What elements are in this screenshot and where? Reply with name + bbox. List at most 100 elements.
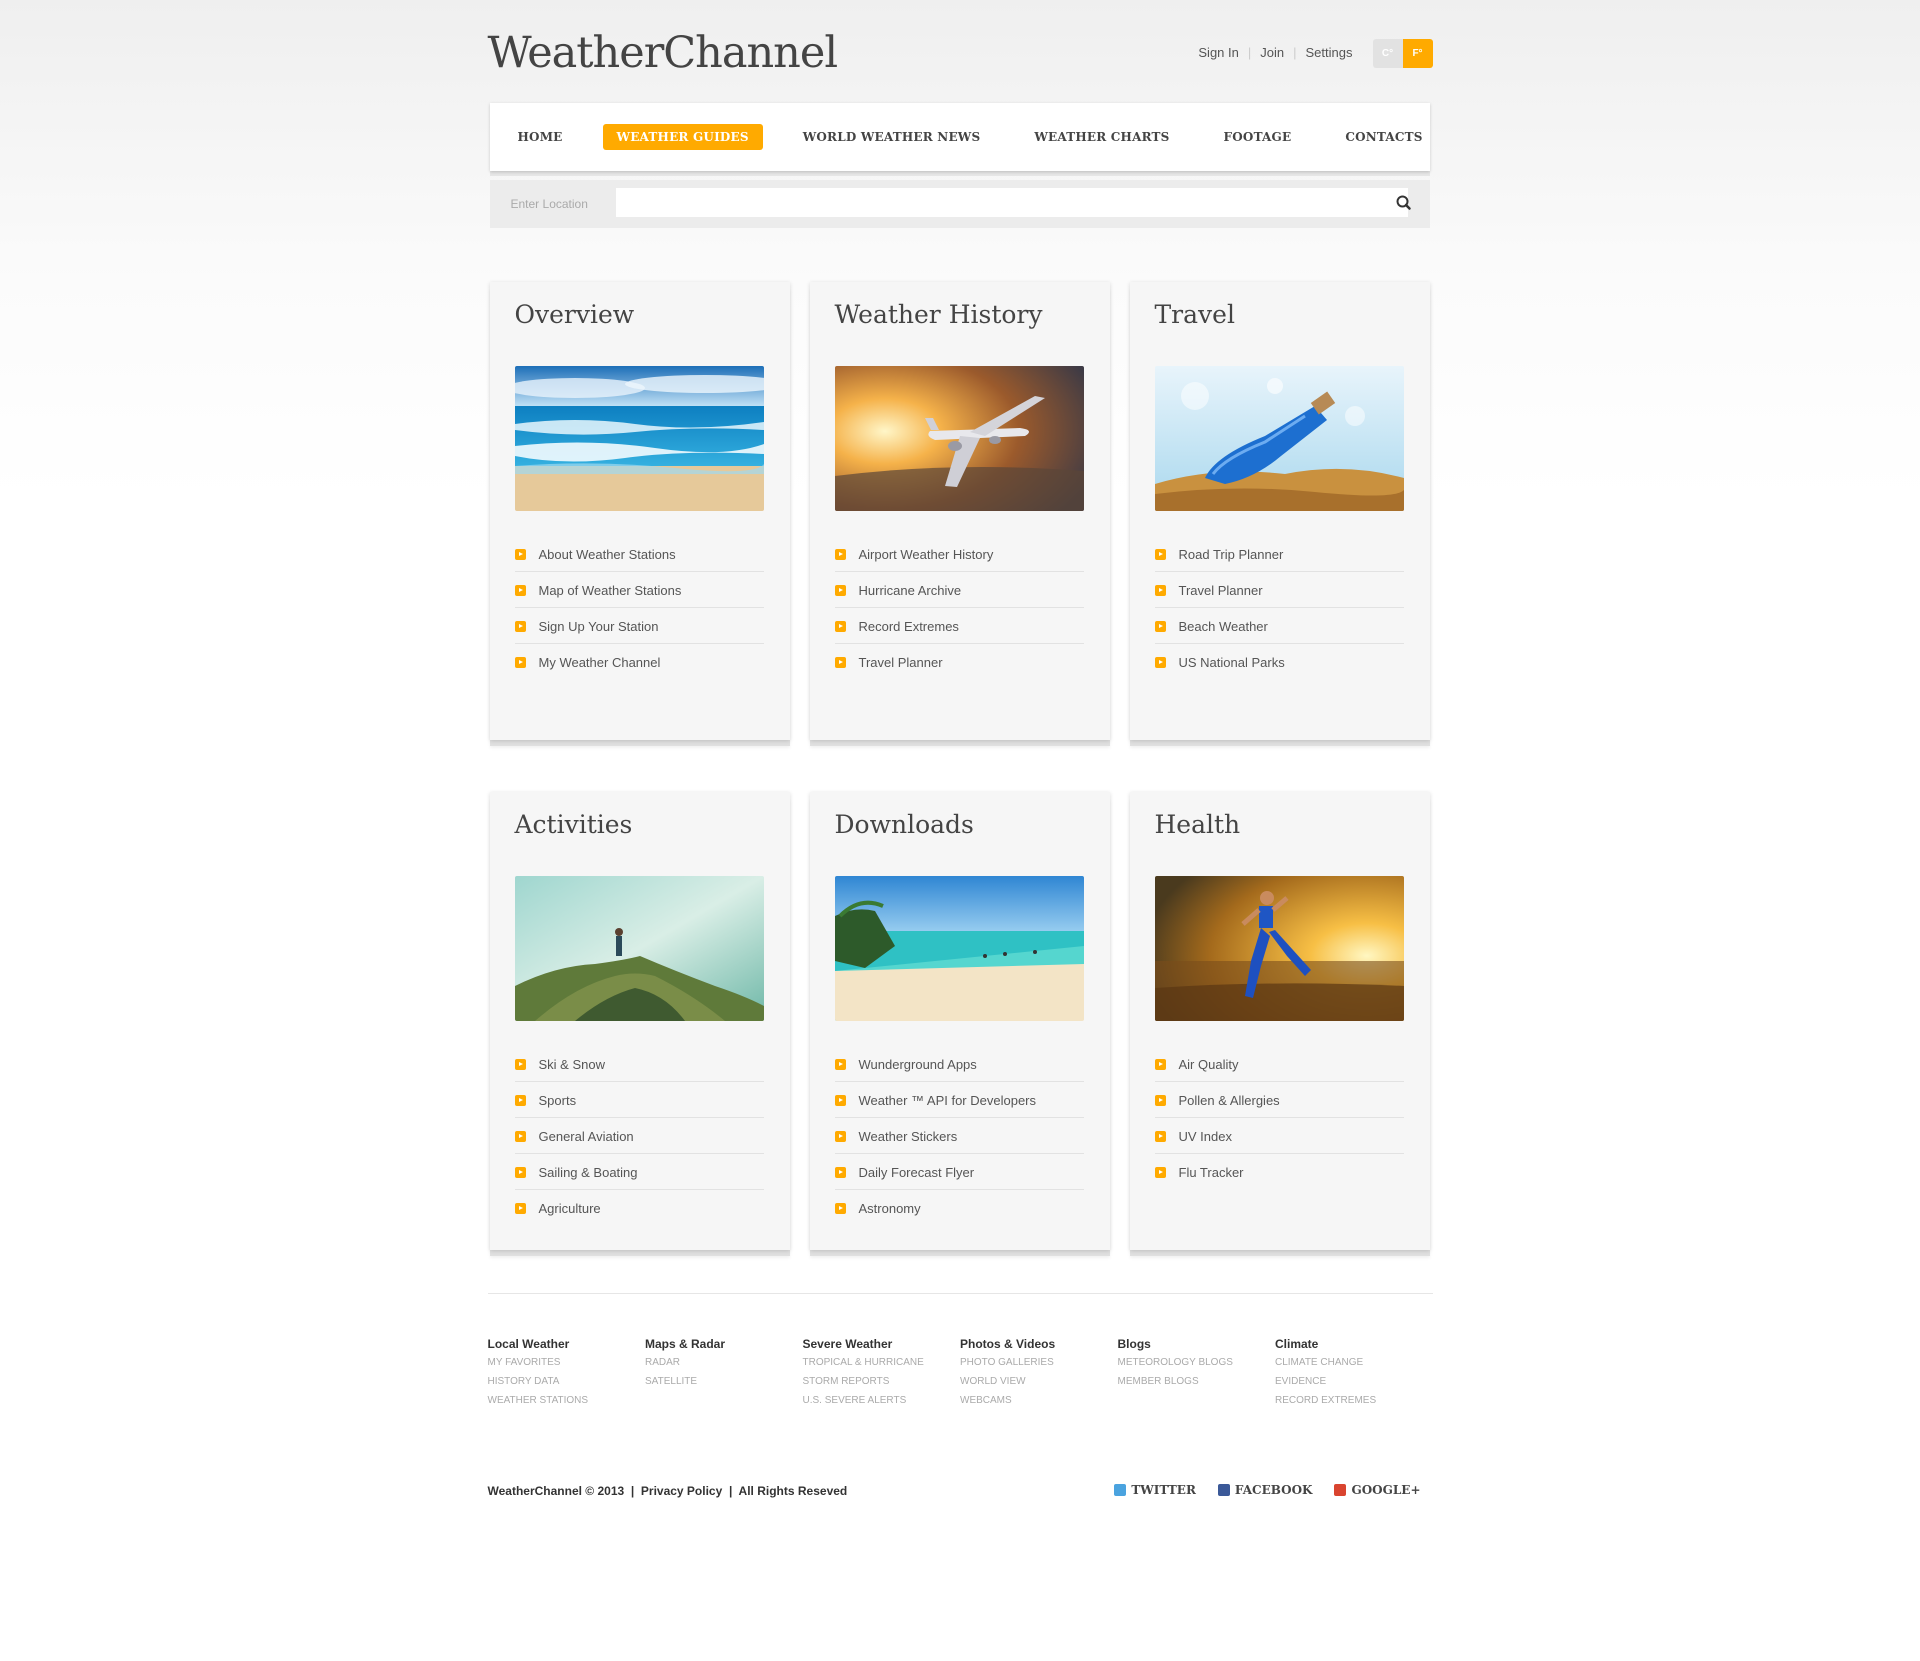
twitter-link[interactable]: TWITTER bbox=[1114, 1483, 1196, 1497]
list-item[interactable]: Sign Up Your Station bbox=[514, 609, 764, 644]
list-item[interactable]: UV Index bbox=[1154, 1119, 1404, 1154]
nav-weather-charts[interactable]: WEATHER CHARTS bbox=[1020, 124, 1183, 150]
chevron-right-icon bbox=[1154, 1166, 1166, 1178]
card-links: Air Quality Pollen & Allergies UV Index … bbox=[1154, 1047, 1404, 1190]
footer-link[interactable]: PHOTO GALLERIES bbox=[960, 1357, 1118, 1368]
list-item[interactable]: Sports bbox=[514, 1083, 764, 1118]
footer-link[interactable]: MY FAVORITES bbox=[488, 1357, 646, 1368]
list-item[interactable]: US National Parks bbox=[1154, 645, 1404, 679]
list-item[interactable]: Pollen & Allergies bbox=[1154, 1083, 1404, 1118]
list-item[interactable]: Agriculture bbox=[514, 1191, 764, 1225]
ocean-beach-image[interactable] bbox=[514, 366, 764, 511]
list-item[interactable]: Astronomy bbox=[834, 1191, 1084, 1225]
nav-contacts[interactable]: CONTACTS bbox=[1331, 124, 1436, 150]
footer-link[interactable]: U.S. SEVERE ALERTS bbox=[803, 1395, 961, 1406]
settings-link[interactable]: Settings bbox=[1306, 45, 1353, 60]
runner-on-beach-image[interactable] bbox=[1154, 876, 1404, 1021]
account-links: Sign In | Join | Settings bbox=[1198, 45, 1353, 60]
list-item[interactable]: Map of Weather Stations bbox=[514, 573, 764, 608]
list-item-label: Pollen & Allergies bbox=[1178, 1092, 1280, 1108]
footer-heading[interactable]: Climate bbox=[1275, 1337, 1433, 1351]
chevron-right-icon bbox=[1154, 548, 1166, 560]
fahrenheit-button[interactable]: F° bbox=[1402, 39, 1433, 68]
list-item[interactable]: About Weather Stations bbox=[514, 537, 764, 572]
list-item[interactable]: Weather ™ API for Developers bbox=[834, 1083, 1084, 1118]
footer-link[interactable]: WEATHER STATIONS bbox=[488, 1395, 646, 1406]
card-downloads: Downloads Wunderground Apps Weather ™ AP… bbox=[809, 792, 1110, 1250]
list-item[interactable]: Air Quality bbox=[1154, 1047, 1404, 1082]
list-item[interactable]: My Weather Channel bbox=[514, 645, 764, 679]
bottle-on-sand-image[interactable] bbox=[1154, 366, 1404, 511]
list-item[interactable]: Beach Weather bbox=[1154, 609, 1404, 644]
footer-column-blogs: Blogs METEOROLOGY BLOGS MEMBER BLOGS bbox=[1118, 1337, 1276, 1414]
footer-column-local-weather: Local Weather MY FAVORITES HISTORY DATA … bbox=[488, 1337, 646, 1414]
footer-link[interactable]: CLIMATE CHANGE bbox=[1275, 1357, 1433, 1368]
list-item[interactable]: General Aviation bbox=[514, 1119, 764, 1154]
list-item[interactable]: Daily Forecast Flyer bbox=[834, 1155, 1084, 1190]
google-plus-link[interactable]: GOOGLE+ bbox=[1334, 1483, 1421, 1497]
sign-in-link[interactable]: Sign In bbox=[1198, 45, 1238, 60]
tropical-beach-image[interactable] bbox=[834, 876, 1084, 1021]
facebook-link[interactable]: FACEBOOK bbox=[1217, 1483, 1312, 1497]
airplane-sunset-image[interactable] bbox=[834, 366, 1084, 511]
footer-heading[interactable]: Photos & Videos bbox=[960, 1337, 1118, 1351]
chevron-right-icon bbox=[834, 656, 846, 668]
list-item-label: Map of Weather Stations bbox=[538, 582, 682, 598]
footer-link[interactable]: MEMBER BLOGS bbox=[1118, 1376, 1276, 1387]
card-links: Ski & Snow Sports General Aviation Saili… bbox=[514, 1047, 764, 1226]
footer-link[interactable]: METEOROLOGY BLOGS bbox=[1118, 1357, 1276, 1368]
footer-link[interactable]: STORM REPORTS bbox=[803, 1376, 961, 1387]
footer-link[interactable]: RADAR bbox=[645, 1357, 803, 1368]
footer-link[interactable]: SATELLITE bbox=[645, 1376, 803, 1387]
list-item[interactable]: Road Trip Planner bbox=[1154, 537, 1404, 572]
footer-link[interactable]: TROPICAL & HURRICANE bbox=[803, 1357, 961, 1368]
nav-world-weather-news[interactable]: WORLD WEATHER NEWS bbox=[789, 124, 995, 150]
chevron-right-icon bbox=[514, 1202, 526, 1214]
list-item[interactable]: Hurricane Archive bbox=[834, 573, 1084, 608]
footer-column-severe-weather: Severe Weather TROPICAL & HURRICANE STOR… bbox=[803, 1337, 961, 1414]
footer-link[interactable]: HISTORY DATA bbox=[488, 1376, 646, 1387]
list-item[interactable]: Sailing & Boating bbox=[514, 1155, 764, 1190]
main-nav: HOME WEATHER GUIDES WORLD WEATHER NEWS W… bbox=[489, 103, 1430, 171]
footer-heading[interactable]: Blogs bbox=[1118, 1337, 1276, 1351]
chevron-right-icon bbox=[834, 1130, 846, 1142]
list-item[interactable]: Record Extremes bbox=[834, 609, 1084, 644]
footer-link[interactable]: WORLD VIEW bbox=[960, 1376, 1118, 1387]
location-search-bar: Enter Location bbox=[489, 180, 1430, 228]
twitter-icon bbox=[1114, 1484, 1127, 1496]
footer-link[interactable]: EVIDENCE bbox=[1275, 1376, 1433, 1387]
footer-link[interactable]: WEBCAMS bbox=[960, 1395, 1118, 1406]
list-item-label: General Aviation bbox=[538, 1128, 634, 1144]
card-title: Health bbox=[1154, 810, 1241, 839]
hiker-on-cliff-image[interactable] bbox=[514, 876, 764, 1021]
list-item-label: Sailing & Boating bbox=[538, 1164, 638, 1180]
chevron-right-icon bbox=[1154, 656, 1166, 668]
nav-footage[interactable]: FOOTAGE bbox=[1210, 124, 1306, 150]
chevron-right-icon bbox=[834, 1166, 846, 1178]
nav-weather-guides[interactable]: WEATHER GUIDES bbox=[602, 124, 763, 150]
site-logo[interactable]: WeatherChannel bbox=[488, 28, 839, 78]
location-input[interactable] bbox=[615, 188, 1408, 217]
list-item[interactable]: Travel Planner bbox=[1154, 573, 1404, 608]
nav-home[interactable]: HOME bbox=[504, 124, 577, 150]
privacy-policy-link[interactable]: Privacy Policy bbox=[641, 1484, 722, 1498]
social-links: TWITTER FACEBOOK GOOGLE+ bbox=[1114, 1483, 1421, 1497]
footer-heading[interactable]: Local Weather bbox=[488, 1337, 646, 1351]
list-item[interactable]: Flu Tracker bbox=[1154, 1155, 1404, 1189]
list-item[interactable]: Travel Planner bbox=[834, 645, 1084, 679]
celsius-button[interactable]: C° bbox=[1372, 39, 1403, 68]
search-icon[interactable] bbox=[1390, 189, 1418, 217]
list-item[interactable]: Airport Weather History bbox=[834, 537, 1084, 572]
join-link[interactable]: Join bbox=[1260, 45, 1284, 60]
list-item-label: Hurricane Archive bbox=[858, 582, 962, 598]
footer-link[interactable]: RECORD EXTREMES bbox=[1275, 1395, 1433, 1406]
list-item[interactable]: Wunderground Apps bbox=[834, 1047, 1084, 1082]
footer-heading[interactable]: Maps & Radar bbox=[645, 1337, 803, 1351]
chevron-right-icon bbox=[1154, 584, 1166, 596]
footer-heading[interactable]: Severe Weather bbox=[803, 1337, 961, 1351]
card-title: Downloads bbox=[834, 810, 974, 839]
list-item[interactable]: Weather Stickers bbox=[834, 1119, 1084, 1154]
footer-column-climate: Climate CLIMATE CHANGE EVIDENCE RECORD E… bbox=[1275, 1337, 1433, 1414]
list-item[interactable]: Ski & Snow bbox=[514, 1047, 764, 1082]
chevron-right-icon bbox=[1154, 1094, 1166, 1106]
